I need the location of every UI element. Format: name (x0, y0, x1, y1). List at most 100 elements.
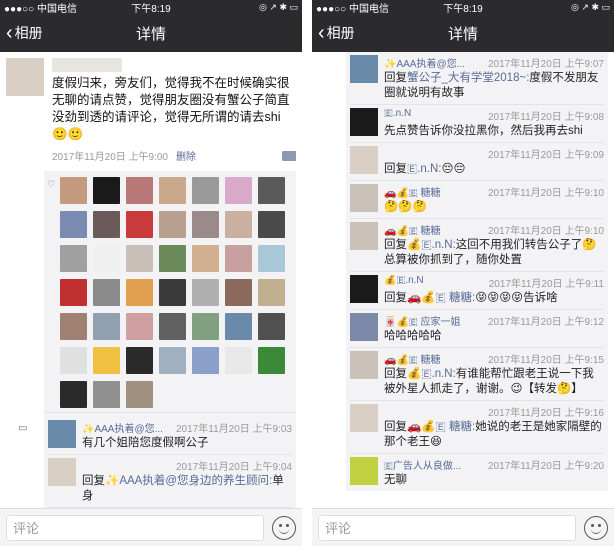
liker-avatar[interactable] (192, 245, 219, 272)
comment-input[interactable]: 评论 (6, 514, 264, 541)
liker-avatar[interactable] (126, 177, 153, 204)
liker-avatar[interactable] (60, 245, 87, 272)
liker-avatar[interactable] (60, 347, 87, 374)
commenter-name[interactable]: ✨AAA执着@您... (82, 420, 163, 435)
avatar[interactable] (350, 351, 378, 379)
emoji-icon[interactable] (272, 515, 296, 540)
liker-avatar[interactable] (192, 347, 219, 374)
liker-avatar[interactable] (258, 211, 285, 238)
avatar[interactable] (48, 420, 76, 448)
reply-target[interactable]: ✨AAA执着@您身边的养生顾问: (105, 475, 272, 487)
liker-avatar[interactable] (93, 279, 120, 306)
comment-row[interactable]: 🚗💰🇪 糖糖 2017年11月20日 上午9:15 回复💰🇪.n.N:有谁能帮忙跟老… (350, 348, 604, 401)
liker-avatar[interactable] (192, 177, 219, 204)
liker-avatar[interactable] (126, 313, 153, 340)
avatar[interactable] (6, 58, 44, 96)
avatar[interactable] (350, 275, 378, 303)
commenter-name[interactable]: 🇪.n.N (384, 108, 411, 123)
liker-avatar[interactable] (126, 347, 153, 374)
comment-row[interactable]: 🚗💰🇪 糖糖 2017年11月20日 上午9:10 🤔🤔🤔 (350, 181, 604, 219)
liker-avatar[interactable] (225, 245, 252, 272)
reply-target[interactable]: 🚗💰🇪 糖糖: (407, 292, 475, 304)
avatar[interactable] (350, 313, 378, 341)
liker-avatar[interactable] (159, 211, 186, 238)
comment-menu-icon[interactable] (282, 150, 296, 161)
liker-avatar[interactable] (192, 279, 219, 306)
liker-avatar[interactable] (258, 177, 285, 204)
liker-avatar[interactable] (126, 245, 153, 272)
comment-row[interactable]: 🀄💰🇪 应家一姐 2017年11月20日 上午9:12 哈哈哈哈哈 (350, 310, 604, 348)
reply-target[interactable]: 🇪.n.N: (407, 163, 441, 175)
avatar[interactable] (350, 457, 378, 485)
commenter-name[interactable]: 🇪广告人从良做... (384, 457, 461, 472)
liker-avatar[interactable] (60, 313, 87, 340)
commenter-name[interactable]: 💰🇪.n.N (384, 275, 424, 290)
liker-avatar[interactable] (60, 381, 87, 408)
liker-avatar[interactable] (126, 279, 153, 306)
liker-avatar[interactable] (60, 279, 87, 306)
liker-avatar[interactable] (93, 211, 120, 238)
comment-row[interactable]: ✨AAA执着@您... 2017年11月20日 上午9:07 回复蟹公子_大有学堂2… (350, 52, 604, 105)
commenter-name[interactable]: 🚗💰🇪 糖糖 (384, 222, 441, 237)
avatar[interactable] (350, 146, 378, 174)
emoji-icon[interactable] (584, 515, 608, 540)
liker-avatar[interactable] (93, 313, 120, 340)
reply-target[interactable]: 🚗💰🇪 糖糖: (407, 421, 475, 433)
liker-avatar[interactable] (60, 177, 87, 204)
commenter-name[interactable]: 🚗💰🇪 糖糖 (384, 351, 441, 366)
liker-avatar[interactable] (93, 245, 120, 272)
reply-target[interactable]: 💰🇪.n.N: (407, 368, 456, 380)
avatar[interactable] (350, 184, 378, 212)
liker-avatar[interactable] (159, 245, 186, 272)
reply-target[interactable]: 💰🇪.n.N: (407, 239, 456, 251)
commenter-name[interactable]: 🚗💰🇪 糖糖 (384, 184, 441, 199)
poster-name[interactable] (52, 58, 122, 72)
comment-row[interactable]: ✨AAA执着@您... 2017年11月20日 上午9:03 有几个姐陪您度假啊公子 (48, 417, 292, 455)
liker-avatar[interactable] (60, 211, 87, 238)
comment-row[interactable]: 2017年11月20日 上午9:09 回复🇪.n.N:😔😔 (350, 143, 604, 181)
comment-row[interactable]: 💰🇪.n.N 2017年11月20日 上午9:11 回复🚗💰🇪 糖糖:😝😝😝😝告诉啥 (350, 272, 604, 310)
reply-target[interactable]: 蟹公子_大有学堂2018~: (407, 72, 529, 84)
liker-avatar[interactable] (159, 177, 186, 204)
reply-prefix: 回复 (384, 72, 407, 84)
liker-avatar[interactable] (93, 347, 120, 374)
liker-avatar[interactable] (258, 347, 285, 374)
liker-avatar[interactable] (159, 313, 186, 340)
avatar[interactable] (350, 108, 378, 136)
liker-avatar[interactable] (258, 313, 285, 340)
comment-row[interactable]: 🇪广告人从良做... 2017年11月20日 上午9:20 无聊 (350, 454, 604, 491)
liker-avatar[interactable] (93, 177, 120, 204)
liker-avatar[interactable] (126, 381, 153, 408)
avatar[interactable] (48, 458, 76, 486)
commenter-name[interactable]: ✨AAA执着@您... (384, 55, 465, 70)
comment-bar: 评论 (0, 508, 302, 546)
commenter-name[interactable]: 🀄💰🇪 应家一姐 (384, 313, 461, 328)
liker-avatar[interactable] (225, 279, 252, 306)
liker-avatar[interactable] (258, 279, 285, 306)
comment-text: 回复蟹公子_大有学堂2018~:度假不发朋友圈就说明有故事 (384, 71, 604, 101)
liker-avatar[interactable] (192, 211, 219, 238)
back-button[interactable]: ‹ 相册 (6, 14, 43, 52)
comment-input[interactable]: 评论 (318, 514, 576, 541)
comment-row[interactable]: 2017年11月20日 上午9:16 回复🚗💰🇪 糖糖:她说的老王是她家隔壁的那个… (350, 401, 604, 454)
liker-avatar[interactable] (192, 313, 219, 340)
liker-avatar[interactable] (126, 211, 153, 238)
liker-avatar[interactable] (159, 279, 186, 306)
liker-avatar[interactable] (225, 347, 252, 374)
liker-avatar[interactable] (93, 381, 120, 408)
liker-avatar[interactable] (225, 177, 252, 204)
back-button[interactable]: ‹ 相册 (318, 14, 355, 52)
liker-avatar[interactable] (225, 313, 252, 340)
liker-avatar[interactable] (258, 245, 285, 272)
comment-row[interactable]: 🚗💰🇪 糖糖 2017年11月20日 上午9:10 回复💰🇪.n.N:这回不用我们转… (350, 219, 604, 272)
liker-avatar[interactable] (225, 211, 252, 238)
nav-bar: ‹ 相册 详情 (0, 14, 302, 52)
avatar[interactable] (350, 55, 378, 83)
comment-row[interactable]: 🇪.n.N 2017年11月20日 上午9:08 先点赞告诉你没拉黑你，然后我再去s… (350, 105, 604, 143)
carrier-label: ●●●○○ 中国电信 (316, 3, 389, 15)
liker-avatar[interactable] (159, 347, 186, 374)
avatar[interactable] (350, 404, 378, 432)
delete-link[interactable]: 删除 (176, 148, 196, 163)
avatar[interactable] (350, 222, 378, 250)
comment-row[interactable]: 2017年11月20日 上午9:04 回复✨AAA执着@您身边的养生顾问:单身 (48, 455, 292, 508)
